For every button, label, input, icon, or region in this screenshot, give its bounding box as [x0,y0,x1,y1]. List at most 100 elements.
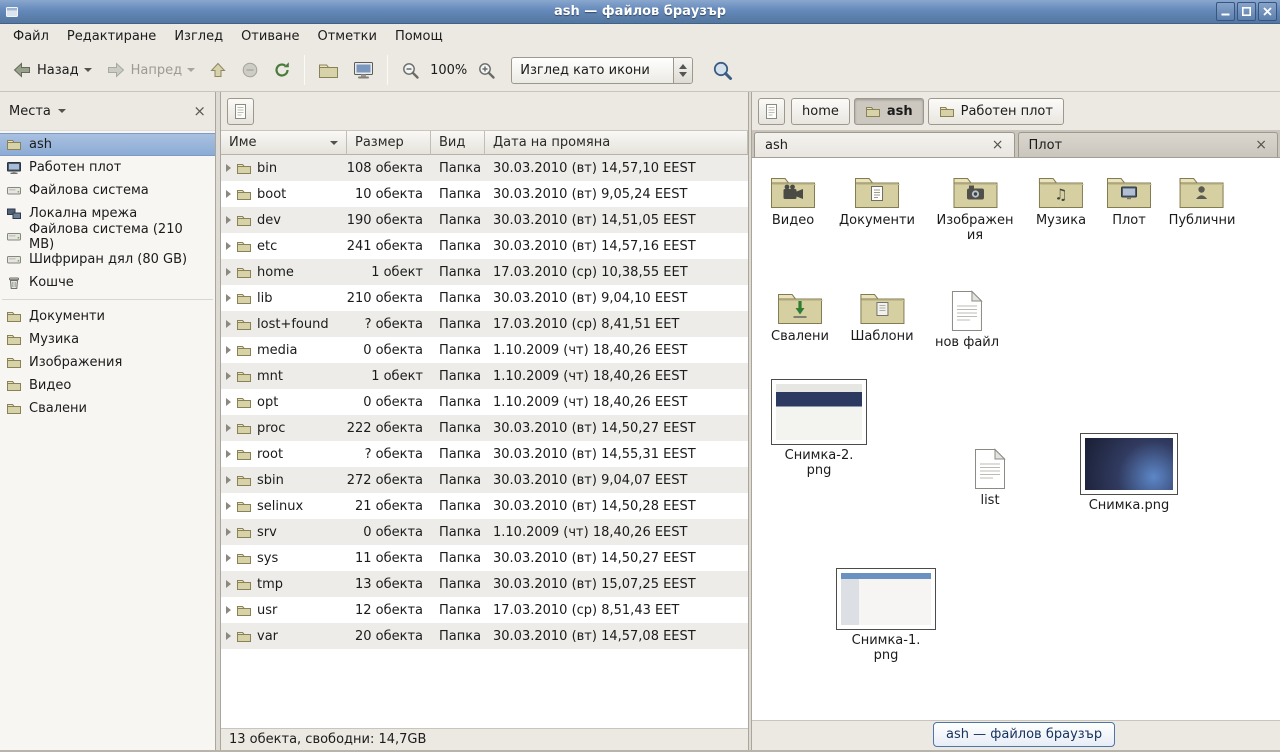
sidebar-item[interactable]: Музика [0,328,215,351]
sidebar-item[interactable]: Шифриран дял (80 GB) [0,248,215,271]
zoom-in-button[interactable] [470,56,503,85]
file-row[interactable]: var20 обектаПапка30.03.2010 (вт) 14,57,0… [221,623,748,649]
expander-icon[interactable] [226,216,231,224]
file-row[interactable]: srv0 обектаПапка1.10.2009 (чт) 18,40,26 … [221,519,748,545]
maximize-button[interactable] [1237,2,1256,21]
computer-button[interactable] [346,56,381,85]
search-button[interactable] [705,55,740,86]
expander-icon[interactable] [226,528,231,536]
expander-icon[interactable] [226,476,231,484]
file-item[interactable]: list [973,448,1007,508]
file-row[interactable]: tmp13 обектаПапка30.03.2010 (вт) 15,07,2… [221,571,748,597]
file-item[interactable]: нов файл [935,290,999,350]
menu-item-4[interactable]: Отметки [308,24,385,49]
column-header[interactable]: Размер [347,131,431,155]
menu-item-1[interactable]: Редактиране [58,24,165,49]
file-row[interactable]: opt0 обектаПапка1.10.2009 (чт) 18,40,26 … [221,389,748,415]
view-mode-select[interactable]: Изглед като икони [511,57,693,84]
sidebar-title[interactable]: Места [9,104,51,119]
icon-view[interactable]: Видео Документи Изображен ия ♫Музика Плот Пуб… [752,158,1280,720]
combo-arrows[interactable] [673,58,692,83]
forward-button[interactable]: Напред [99,56,202,84]
tab[interactable]: Плот× [1018,132,1279,157]
expander-icon[interactable] [226,398,231,406]
file-row[interactable]: sbin272 обектаПапка30.03.2010 (вт) 9,04,… [221,467,748,493]
file-row[interactable]: mnt1 обектПапка1.10.2009 (чт) 18,40,26 E… [221,363,748,389]
stop-button[interactable] [234,56,266,84]
sidebar-item[interactable]: Видео [0,374,215,397]
file-row[interactable]: dev190 обектаПапка30.03.2010 (вт) 14,51,… [221,207,748,233]
folder-item[interactable]: ♫Музика [1036,172,1086,228]
close-button[interactable] [1258,2,1277,21]
file-row[interactable]: sys11 обектаПапка30.03.2010 (вт) 14,50,2… [221,545,748,571]
folder-item[interactable]: Публични [1169,172,1236,228]
file-row[interactable]: proc222 обектаПапка30.03.2010 (вт) 14,50… [221,415,748,441]
sidebar-item[interactable]: Свалени [0,397,215,420]
reload-button[interactable] [266,56,298,84]
file-list[interactable]: bin108 обектаПапка30.03.2010 (вт) 14,57,… [221,155,748,728]
expander-icon[interactable] [226,190,231,198]
folder-item[interactable]: Свалени [771,288,829,344]
sidebar-item[interactable]: ash [0,133,215,156]
folder-item[interactable]: Изображен ия [936,172,1013,243]
file-row[interactable]: etc241 обектаПапка30.03.2010 (вт) 14,57,… [221,233,748,259]
sidebar-item[interactable]: Документи [0,305,215,328]
menu-item-3[interactable]: Отиване [232,24,308,49]
sidebar-selector-icon[interactable] [58,109,66,113]
sidebar-item[interactable]: Файлова система [0,179,215,202]
path-button[interactable]: Работен плот [928,98,1064,125]
sidebar-item[interactable]: Изображения [0,351,215,374]
menu-item-2[interactable]: Изглед [165,24,232,49]
expander-icon[interactable] [226,268,231,276]
expander-icon[interactable] [226,450,231,458]
image-item[interactable]: Снимка-2. png [771,379,867,478]
sidebar-item[interactable]: Работен плот [0,156,215,179]
file-row[interactable]: bin108 обектаПапка30.03.2010 (вт) 14,57,… [221,155,748,181]
sidebar-item[interactable]: Файлова система (210 MB) [0,225,215,248]
location-toggle-button[interactable] [227,98,254,125]
tab[interactable]: ash× [754,132,1015,157]
up-button[interactable] [202,56,234,84]
sidebar-item[interactable]: Кошче [0,271,215,294]
titlebar[interactable]: ash — файлов браузър [0,0,1280,24]
file-row[interactable]: usr12 обектаПапка17.03.2010 (ср) 8,51,43… [221,597,748,623]
file-row[interactable]: media0 обектаПапка1.10.2009 (чт) 18,40,2… [221,337,748,363]
menu-item-5[interactable]: Помощ [386,24,452,49]
expander-icon[interactable] [226,424,231,432]
tab-close-button[interactable]: × [1255,138,1267,152]
location-toggle-button[interactable] [758,98,785,125]
file-row[interactable]: home1 обектПапка17.03.2010 (ср) 10,38,55… [221,259,748,285]
back-history-icon[interactable] [84,68,92,72]
file-row[interactable]: lib210 обектаПапка30.03.2010 (вт) 9,04,1… [221,285,748,311]
menu-item-0[interactable]: Файл [4,24,58,49]
expander-icon[interactable] [226,320,231,328]
column-header[interactable]: Дата на промяна [485,131,748,155]
folder-item[interactable]: Документи [839,172,915,228]
zoom-out-button[interactable] [394,56,427,85]
taskbar-window-button[interactable]: ash — файлов браузър [933,722,1115,747]
file-row[interactable]: root? обектаПапка30.03.2010 (вт) 14,55,3… [221,441,748,467]
expander-icon[interactable] [226,580,231,588]
folder-item[interactable]: Плот [1105,172,1153,228]
back-button[interactable]: Назад [5,56,99,84]
image-item[interactable]: Снимка-1. png [836,568,936,663]
home-button[interactable] [311,56,346,84]
minimize-button[interactable] [1216,2,1235,21]
file-row[interactable]: boot10 обектаПапка30.03.2010 (вт) 9,05,2… [221,181,748,207]
folder-item[interactable]: Видео [769,172,817,228]
path-button[interactable]: ash [854,98,924,125]
column-header[interactable]: Вид [431,131,485,155]
file-row[interactable]: selinux21 обектаПапка30.03.2010 (вт) 14,… [221,493,748,519]
expander-icon[interactable] [226,502,231,510]
image-item[interactable]: Снимка.png [1080,433,1178,513]
expander-icon[interactable] [226,164,231,172]
path-button[interactable]: home [791,98,850,125]
expander-icon[interactable] [226,554,231,562]
expander-icon[interactable] [226,372,231,380]
sidebar-close-button[interactable]: × [193,104,206,119]
file-row[interactable]: lost+found? обектаПапка17.03.2010 (ср) 8… [221,311,748,337]
expander-icon[interactable] [226,606,231,614]
expander-icon[interactable] [226,346,231,354]
expander-icon[interactable] [226,294,231,302]
expander-icon[interactable] [226,632,231,640]
